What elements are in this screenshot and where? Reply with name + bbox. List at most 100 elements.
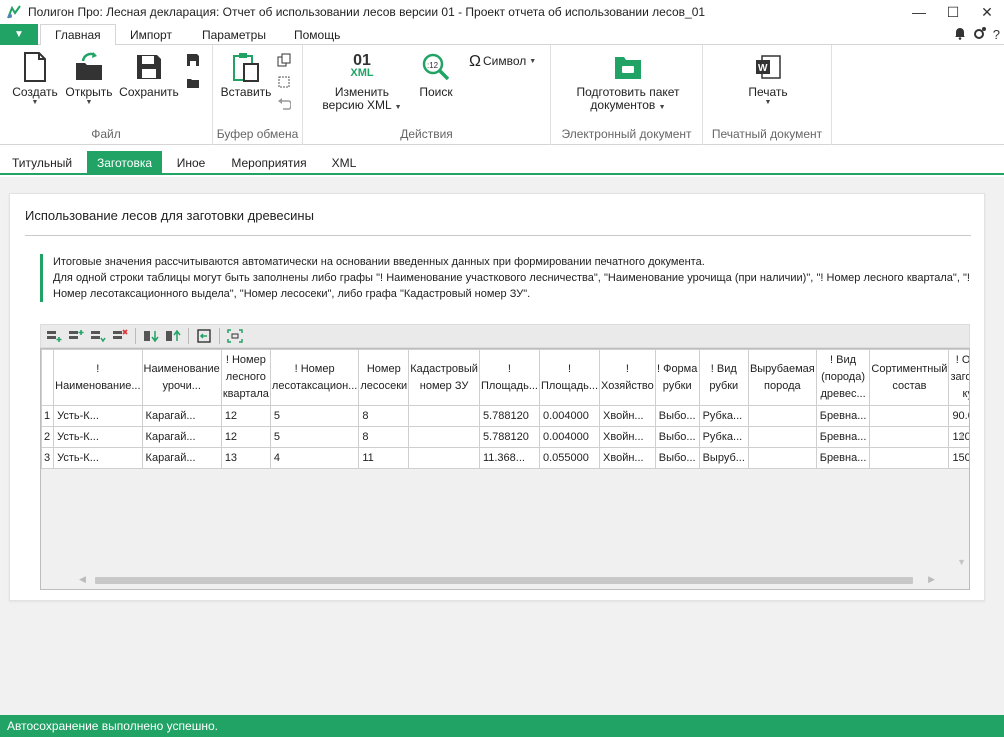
duplicate-row-icon[interactable] bbox=[89, 328, 107, 344]
column-header[interactable]: ! Номер лесного квартала bbox=[220, 349, 271, 406]
table-row[interactable]: 3 Усть-К... Карагай... 13 4 11 11.368... 0.0550… bbox=[41, 447, 969, 469]
table-cell[interactable]: Рубка... bbox=[698, 426, 749, 448]
table-cell[interactable]: 8 bbox=[358, 426, 410, 448]
prepare-package-button[interactable]: Подготовить пакет документов ▼ bbox=[565, 51, 691, 112]
table-cell[interactable] bbox=[869, 426, 950, 448]
menu-tab-home[interactable]: Главная bbox=[40, 24, 116, 46]
table-cell[interactable]: Выбо... bbox=[654, 426, 700, 448]
table-cell[interactable]: 5.788120 bbox=[478, 405, 540, 427]
table-cell[interactable]: 12 bbox=[220, 405, 271, 427]
menu-tab-help[interactable]: Помощь bbox=[280, 24, 354, 45]
row-number[interactable]: 3 bbox=[41, 447, 55, 469]
table-cell[interactable]: 5 bbox=[269, 405, 360, 427]
table-cell[interactable] bbox=[408, 447, 480, 469]
table-cell[interactable]: Выруб... bbox=[698, 447, 749, 469]
column-header[interactable]: Сортиментный состав bbox=[869, 349, 950, 406]
column-header[interactable]: Номер лесосеки bbox=[358, 349, 410, 406]
minimize-button[interactable]: — bbox=[902, 0, 936, 24]
open-button[interactable]: Открыть ▼ bbox=[62, 51, 116, 107]
import-icon[interactable] bbox=[195, 328, 213, 344]
print-button[interactable]: W Печать ▼ bbox=[741, 51, 795, 107]
table-cell[interactable]: Выбо... bbox=[654, 447, 700, 469]
column-header[interactable]: Вырубаемая порода bbox=[747, 349, 817, 406]
add-row-icon[interactable] bbox=[45, 328, 63, 344]
paste-button[interactable]: Вставить bbox=[219, 51, 273, 99]
table-cell[interactable]: Выбо... bbox=[654, 405, 700, 427]
table-row[interactable]: 1 Усть-К... Карагай... 12 5 8 5.788120 0.004000… bbox=[41, 405, 969, 427]
row-number[interactable]: 1 bbox=[41, 405, 55, 427]
table-row[interactable]: 2 Усть-К... Карагай... 12 5 8 5.788120 0.004000… bbox=[41, 426, 969, 448]
table-cell[interactable]: Хвойн... bbox=[599, 426, 656, 448]
table-cell[interactable]: 13 bbox=[220, 447, 271, 469]
table-cell[interactable]: 5 bbox=[269, 426, 360, 448]
table-cell[interactable]: Усть-К... bbox=[53, 426, 143, 448]
symbol-button[interactable]: Ω Символ ▼ bbox=[469, 54, 545, 70]
delete-row-icon[interactable] bbox=[111, 328, 129, 344]
column-header[interactable]: Наименование урочи... bbox=[141, 349, 222, 406]
horizontal-scrollbar[interactable]: ◀ ▶ bbox=[79, 574, 949, 585]
table-cell[interactable]: Усть-К... bbox=[53, 405, 143, 427]
change-xml-version-button[interactable]: 01 XML Изменить версию XML ▼ bbox=[317, 51, 407, 112]
table-cell[interactable] bbox=[869, 405, 950, 427]
menu-tab-import[interactable]: Импорт bbox=[116, 24, 186, 45]
row-number[interactable]: 2 bbox=[41, 426, 55, 448]
table-cell[interactable]: 0.055000 bbox=[538, 447, 601, 469]
table-cell[interactable]: 12 bbox=[220, 426, 271, 448]
table-cell[interactable] bbox=[408, 405, 480, 427]
table-cell[interactable] bbox=[747, 447, 817, 469]
table-cell[interactable]: 90.00 bbox=[948, 405, 969, 427]
move-up-icon[interactable] bbox=[164, 328, 182, 344]
table-cell[interactable]: 11 bbox=[358, 447, 410, 469]
scroll-down-arrow[interactable]: ▼ bbox=[957, 557, 966, 567]
scroll-right-arrow[interactable]: ▶ bbox=[928, 574, 935, 585]
tab-xml[interactable]: XML bbox=[322, 151, 366, 175]
table-cell[interactable]: Бревна... bbox=[815, 426, 871, 448]
create-button[interactable]: Создать ▼ bbox=[10, 51, 60, 107]
open-folder-icon[interactable] bbox=[186, 75, 202, 91]
bell-icon[interactable] bbox=[953, 26, 967, 43]
save-as-icon[interactable] bbox=[186, 53, 202, 69]
tab-other[interactable]: Иное bbox=[166, 151, 216, 175]
column-header[interactable]: Кадастровый номер ЗУ bbox=[408, 349, 480, 406]
cut-icon[interactable] bbox=[277, 75, 293, 91]
table-cell[interactable]: Усть-К... bbox=[53, 447, 143, 469]
maximize-button[interactable]: ☐ bbox=[936, 0, 970, 24]
tab-harvest[interactable]: Заготовка bbox=[87, 151, 162, 175]
column-header[interactable]: ! Вид (порода) древес... bbox=[815, 349, 871, 406]
insert-row-icon[interactable] bbox=[67, 328, 85, 344]
settings-icon[interactable] bbox=[973, 26, 987, 43]
column-header[interactable]: ! Площадь... bbox=[478, 349, 540, 406]
table-cell[interactable]: Карагай... bbox=[141, 447, 222, 469]
menu-tab-params[interactable]: Параметры bbox=[188, 24, 280, 45]
table-cell[interactable] bbox=[747, 405, 817, 427]
table-cell[interactable]: Хвойн... bbox=[599, 405, 656, 427]
table-cell[interactable]: 0.004000 bbox=[538, 405, 601, 427]
scrollbar-thumb[interactable] bbox=[95, 577, 913, 584]
column-header[interactable]: ! Хозяйство bbox=[599, 349, 656, 406]
undo-icon[interactable] bbox=[277, 97, 293, 113]
table-cell[interactable]: Хвойн... bbox=[599, 447, 656, 469]
fit-columns-icon[interactable] bbox=[226, 328, 244, 344]
table-cell[interactable] bbox=[747, 426, 817, 448]
table-cell[interactable]: 11.368... bbox=[478, 447, 540, 469]
copy-icon[interactable] bbox=[277, 53, 293, 69]
search-button[interactable]: :12 Поиск bbox=[411, 51, 461, 99]
table-cell[interactable]: 0.004000 bbox=[538, 426, 601, 448]
move-down-icon[interactable] bbox=[142, 328, 160, 344]
column-header[interactable]: ! Наименование... bbox=[53, 349, 143, 406]
close-button[interactable]: ✕ bbox=[970, 0, 1004, 24]
tab-title[interactable]: Титульный bbox=[0, 151, 84, 175]
table-cell[interactable]: Рубка... bbox=[698, 405, 749, 427]
column-header[interactable]: ! Номер лесотаксацион... bbox=[269, 349, 360, 406]
scroll-up-arrow[interactable]: ▲ bbox=[957, 431, 966, 441]
table-cell[interactable] bbox=[408, 426, 480, 448]
table-cell[interactable] bbox=[869, 447, 950, 469]
save-button[interactable]: Сохранить bbox=[118, 51, 180, 99]
scroll-left-arrow[interactable]: ◀ bbox=[79, 574, 86, 585]
table-cell[interactable]: Бревна... bbox=[815, 447, 871, 469]
column-header[interactable]: ! Форма рубки bbox=[654, 349, 700, 406]
table-cell[interactable]: 1500.00 bbox=[948, 447, 969, 469]
table-cell[interactable]: 5.788120 bbox=[478, 426, 540, 448]
help-icon[interactable]: ? bbox=[993, 27, 1000, 42]
app-menu-button[interactable]: ▼ bbox=[0, 24, 38, 45]
